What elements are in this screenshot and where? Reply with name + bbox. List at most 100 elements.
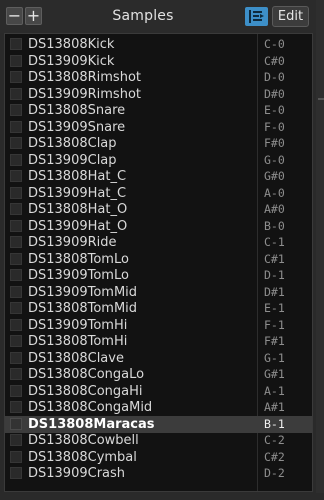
sample-row[interactable]: DS13909TomLo D-1 bbox=[5, 267, 312, 284]
sample-row[interactable]: DS13808Hat_C G#0 bbox=[5, 168, 312, 185]
sample-list-toolbar: − + Samples Edit bbox=[0, 0, 324, 33]
sequencer-view-icon bbox=[249, 10, 264, 23]
side-panel-edge bbox=[316, 0, 324, 500]
sample-row[interactable]: DS13909Rimshot D#0 bbox=[5, 86, 312, 103]
sample-enable-checkbox[interactable] bbox=[10, 137, 22, 149]
sample-list[interactable]: DS13808Kick C-0 DS13909Kick C#0 DS13808Rimsh… bbox=[4, 33, 313, 492]
sample-row[interactable]: DS13909TomMid D#1 bbox=[5, 284, 312, 301]
sample-note: D-2 bbox=[264, 466, 285, 480]
sample-enable-checkbox[interactable] bbox=[10, 335, 22, 347]
sample-note: A#1 bbox=[264, 400, 285, 414]
sample-name: DS13808Clap bbox=[28, 136, 117, 151]
sample-enable-checkbox[interactable] bbox=[10, 269, 22, 281]
panel-title: Samples bbox=[112, 8, 174, 24]
sample-enable-checkbox[interactable] bbox=[10, 120, 22, 133]
sample-row[interactable]: DS13909Snare F-0 bbox=[5, 119, 312, 136]
sample-note: G#1 bbox=[264, 367, 285, 381]
sample-row[interactable]: DS13808TomHi F#1 bbox=[5, 333, 312, 350]
sample-name: DS13808Maracas bbox=[28, 416, 155, 432]
sample-row[interactable]: DS13909TomHi F-1 bbox=[5, 317, 312, 334]
sample-row[interactable]: DS13909Ride C-1 bbox=[5, 234, 312, 251]
sample-note: D-1 bbox=[264, 268, 285, 282]
sample-enable-checkbox[interactable] bbox=[10, 54, 22, 67]
sample-enable-checkbox[interactable] bbox=[10, 417, 22, 430]
sample-name: DS13909Clap bbox=[28, 152, 117, 168]
sample-row[interactable]: DS13808CongaLo G#1 bbox=[5, 366, 312, 383]
sample-note: G-1 bbox=[264, 350, 285, 365]
sample-name: DS13808Rimshot bbox=[28, 70, 141, 85]
sample-name: DS13808TomLo bbox=[28, 251, 129, 267]
sample-name: DS13808TomMid bbox=[28, 301, 138, 316]
sample-note: D-0 bbox=[264, 70, 285, 84]
sample-row[interactable]: DS13808Clap F#0 bbox=[5, 135, 312, 152]
sample-enable-checkbox[interactable] bbox=[10, 351, 22, 364]
sample-row[interactable]: DS13909Kick C#0 bbox=[5, 53, 312, 70]
sample-enable-checkbox[interactable] bbox=[10, 170, 22, 182]
sample-note: A#0 bbox=[264, 202, 285, 216]
sample-enable-checkbox[interactable] bbox=[10, 434, 22, 446]
sample-enable-checkbox[interactable] bbox=[10, 236, 22, 248]
sample-name: DS13808CongaMid bbox=[28, 400, 153, 415]
sample-enable-checkbox[interactable] bbox=[10, 368, 22, 380]
sample-note: C-1 bbox=[264, 235, 285, 249]
sample-enable-checkbox[interactable] bbox=[10, 186, 22, 199]
sample-row[interactable]: DS13808CongaHi A-1 bbox=[5, 383, 312, 400]
sample-row[interactable]: DS13808Cymbal C#2 bbox=[5, 449, 312, 466]
sample-enable-checkbox[interactable] bbox=[10, 401, 22, 413]
sample-row[interactable]: DS13808Clave G-1 bbox=[5, 350, 312, 367]
sample-row[interactable]: DS13808CongaMid A#1 bbox=[5, 399, 312, 416]
panel-edge-mark bbox=[318, 98, 324, 100]
sample-name: DS13909TomHi bbox=[28, 317, 128, 333]
sample-note: C-0 bbox=[264, 37, 285, 51]
sample-row[interactable]: DS13909Hat_O B-0 bbox=[5, 218, 312, 235]
sample-enable-checkbox[interactable] bbox=[10, 104, 22, 116]
sample-note: F-0 bbox=[264, 119, 285, 134]
sample-name: DS13909Snare bbox=[28, 119, 126, 135]
sample-enable-checkbox[interactable] bbox=[10, 285, 22, 298]
sample-note: F-1 bbox=[264, 317, 285, 332]
bottom-bar bbox=[0, 493, 324, 500]
sample-enable-checkbox[interactable] bbox=[10, 384, 22, 397]
sample-row[interactable]: DS13808Hat_O A#0 bbox=[5, 201, 312, 218]
sample-name: DS13808Snare bbox=[28, 103, 126, 118]
sample-enable-checkbox[interactable] bbox=[10, 318, 22, 331]
sample-row[interactable]: DS13808TomLo C#1 bbox=[5, 251, 312, 268]
sample-row[interactable]: DS13808Maracas B-1 bbox=[5, 415, 312, 433]
sample-name: DS13909Kick bbox=[28, 53, 115, 69]
sample-note: G-0 bbox=[264, 152, 285, 167]
sample-enable-checkbox[interactable] bbox=[10, 252, 22, 265]
sample-name: DS13909Rimshot bbox=[28, 86, 141, 102]
sample-enable-checkbox[interactable] bbox=[10, 219, 22, 232]
sample-note: D#1 bbox=[264, 284, 285, 299]
sample-name: DS13909TomLo bbox=[28, 268, 129, 283]
sample-note: A-0 bbox=[264, 185, 285, 200]
sequencer-view-button[interactable] bbox=[245, 7, 268, 26]
sample-row[interactable]: DS13909Hat_C A-0 bbox=[5, 185, 312, 202]
sample-row[interactable]: DS13909Crash D-2 bbox=[5, 465, 312, 482]
sample-name: DS13808Kick bbox=[28, 37, 115, 52]
sample-enable-checkbox[interactable] bbox=[10, 450, 22, 463]
sample-name: DS13808Hat_O bbox=[28, 202, 128, 217]
sample-name: DS13909Ride bbox=[28, 235, 117, 250]
sample-enable-checkbox[interactable] bbox=[10, 87, 22, 100]
sample-row[interactable]: DS13909Clap G-0 bbox=[5, 152, 312, 169]
sample-row[interactable]: DS13808Kick C-0 bbox=[5, 36, 312, 53]
sample-row[interactable]: DS13808TomMid E-1 bbox=[5, 300, 312, 317]
sample-enable-checkbox[interactable] bbox=[10, 71, 22, 83]
sample-enable-checkbox[interactable] bbox=[10, 38, 22, 50]
sample-name: DS13808Hat_C bbox=[28, 169, 127, 184]
sample-row[interactable]: DS13808Snare E-0 bbox=[5, 102, 312, 119]
edit-button[interactable]: Edit bbox=[272, 6, 309, 27]
sample-note: A-1 bbox=[264, 383, 285, 398]
sample-enable-checkbox[interactable] bbox=[10, 153, 22, 166]
sample-enable-checkbox[interactable] bbox=[10, 302, 22, 314]
sample-name: DS13808Clave bbox=[28, 350, 124, 366]
sample-row[interactable]: DS13808Cowbell C-2 bbox=[5, 432, 312, 449]
sample-name: DS13808TomHi bbox=[28, 334, 128, 349]
sample-enable-checkbox[interactable] bbox=[10, 467, 22, 479]
sample-name: DS13909TomMid bbox=[28, 284, 138, 300]
sample-note: D#0 bbox=[264, 86, 285, 101]
sample-note: F#0 bbox=[264, 136, 285, 150]
sample-row[interactable]: DS13808Rimshot D-0 bbox=[5, 69, 312, 86]
sample-enable-checkbox[interactable] bbox=[10, 203, 22, 215]
